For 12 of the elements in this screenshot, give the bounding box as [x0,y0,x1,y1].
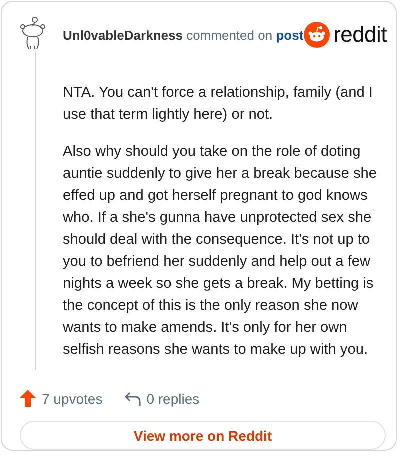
comment-paragraph: NTA. You can't force a relationship, family (and I use that term lightly here) or not. [63,84,374,125]
comment-byline: Unl0vableDarkness commented on post [63,28,304,42]
reply-icon[interactable] [124,392,141,406]
post-link[interactable]: post [276,28,304,42]
view-more-button[interactable]: View more on Reddit [20,421,386,450]
upvote-count: 7 upvotes [42,390,103,406]
comment-paragraph: Also why should you take on the role of doting auntie suddenly to give her a break because she effed up and got herself pregnant to god knows who. If a she's gunna have unprotected sex she should deal with the consequence. It's not up to you to befriend her suddenly and help out a few nights a week so she gets a break. My betting is the concept of this is the only reason she now wants to make amends. It's only for her own selfish reasons she wants to make up with you. [63,143,378,360]
upvote-icon[interactable] [20,390,36,407]
reply-count: 0 replies [146,390,200,406]
brand-wordmark: reddit [334,22,387,48]
alien-logo-icon [304,22,330,48]
avatar-icon [20,16,46,50]
